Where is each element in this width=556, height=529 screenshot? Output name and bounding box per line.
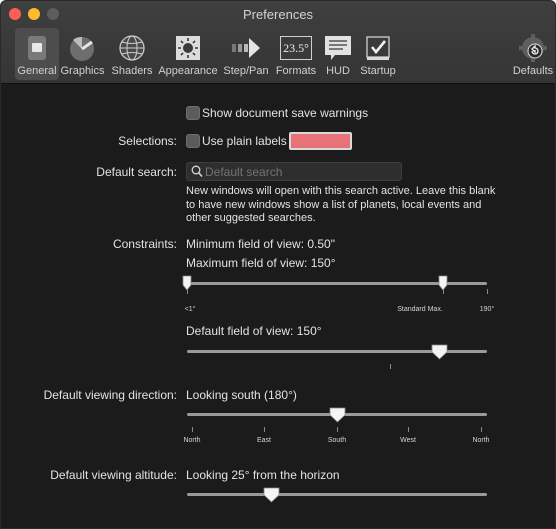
hud-icon <box>321 33 355 63</box>
defaults-restore-icon <box>516 33 550 63</box>
tab-step-pan[interactable]: Step/Pan <box>221 28 271 80</box>
default-fov-text: Default field of view: 150° <box>186 324 322 338</box>
tab-hud[interactable]: HUD <box>321 28 355 80</box>
general-switch-icon <box>20 33 54 63</box>
viewing-altitude-text: Looking 25° from the horizon <box>186 468 340 482</box>
default-search-label: Default search: <box>96 165 177 179</box>
viewing-direction-knob[interactable] <box>329 407 346 423</box>
direction-tick-label: North <box>183 437 201 444</box>
direction-tick-label: West <box>400 437 416 444</box>
formats-icon: 23.5° <box>279 33 313 63</box>
tab-general[interactable]: General <box>15 28 59 80</box>
direction-tick-label: East <box>256 437 272 444</box>
slider-tick <box>408 427 409 432</box>
viewing-direction-label: Default viewing direction: <box>43 388 177 402</box>
fov-tick-label: <1° <box>184 306 196 313</box>
slider-tick <box>337 427 338 432</box>
altitude-slider-track <box>187 493 487 496</box>
slider-tick <box>264 427 265 432</box>
default-search-input[interactable] <box>205 163 399 180</box>
constraints-label: Constraints: <box>112 237 177 251</box>
defaults-button[interactable]: Defaults <box>511 28 555 80</box>
selection-color-well[interactable] <box>289 132 352 150</box>
min-fov-knob[interactable] <box>182 275 192 291</box>
tab-formats[interactable]: 23.5° Formats <box>273 28 319 80</box>
viewing-altitude-label: Default viewing altitude: <box>50 468 177 482</box>
direction-tick-label: North <box>472 437 490 444</box>
fov-tick-label: 190° <box>479 306 495 313</box>
preferences-window: Preferences General Graphics Shaders App… <box>0 0 556 529</box>
slider-tick <box>481 427 482 432</box>
max-fov-text: Maximum field of view: 150° <box>186 256 336 270</box>
search-help-text: New windows will open with this search a… <box>186 185 496 224</box>
plain-labels-label: Use plain labels <box>202 134 287 148</box>
slider-tick <box>192 427 193 432</box>
general-pane: Show document save warnings Selections: … <box>1 85 555 528</box>
max-fov-knob[interactable] <box>438 275 448 291</box>
graphics-icon <box>66 33 100 63</box>
window-title: Preferences <box>242 7 314 22</box>
viewing-direction-text: Looking south (180°) <box>186 388 297 402</box>
default-fov-knob[interactable] <box>431 344 448 360</box>
startup-checkmark-icon <box>361 33 395 63</box>
save-warnings-checkbox[interactable] <box>186 106 200 120</box>
default-search-field[interactable] <box>186 162 402 181</box>
plain-labels-checkbox[interactable] <box>186 134 200 148</box>
viewing-altitude-knob[interactable] <box>263 487 280 503</box>
selections-label: Selections: <box>118 134 177 148</box>
toolbar: Preferences General Graphics Shaders App… <box>1 1 555 84</box>
step-pan-arrow-icon <box>229 33 263 63</box>
tab-startup[interactable]: Startup <box>357 28 399 80</box>
slider-tick <box>390 364 391 369</box>
appearance-sun-icon <box>171 33 205 63</box>
direction-tick-label: South <box>327 437 347 444</box>
tab-appearance[interactable]: Appearance <box>157 28 219 80</box>
fov-tick-label: Standard Max. <box>397 306 443 313</box>
slider-tick <box>487 289 488 294</box>
shaders-globe-icon <box>115 33 149 63</box>
search-icon <box>191 165 203 183</box>
tab-shaders[interactable]: Shaders <box>109 28 155 80</box>
min-fov-text: Minimum field of view: 0.50" <box>186 237 335 251</box>
save-warnings-label: Show document save warnings <box>202 106 369 120</box>
tab-graphics[interactable]: Graphics <box>59 28 106 80</box>
